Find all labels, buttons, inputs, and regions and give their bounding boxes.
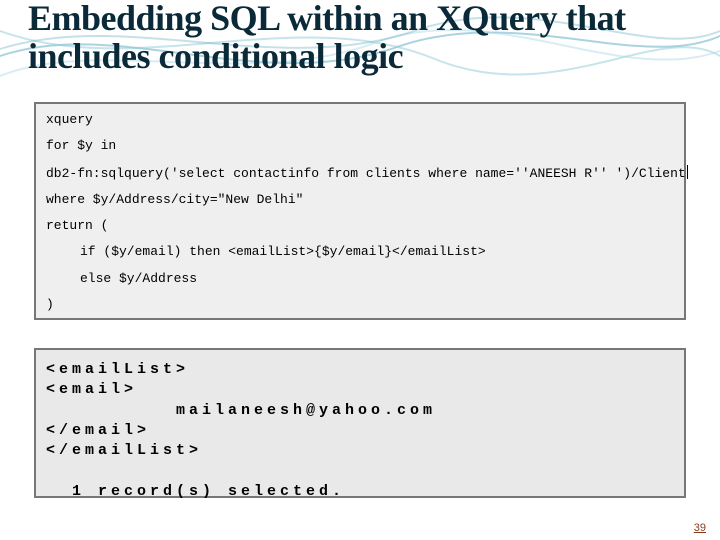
xquery-code-block: xquery for $y in db2-fn:sqlquery('select…: [34, 102, 686, 320]
code-line: xquery: [46, 112, 674, 128]
output-line: <email>: [46, 381, 137, 398]
code-line: db2-fn:sqlquery('select contactinfo from…: [46, 165, 674, 182]
output-line: 1 record(s) selected.: [46, 483, 345, 500]
code-text: db2-fn:sqlquery('select contactinfo from…: [46, 166, 686, 181]
output-line: <emailList>: [46, 361, 189, 378]
slide-container: Embedding SQL within an XQuery that incl…: [0, 0, 720, 540]
output-block: <emailList> <email> mailaneesh@yahoo.com…: [34, 348, 686, 498]
slide-title: Embedding SQL within an XQuery that incl…: [28, 0, 680, 76]
text-cursor: [687, 165, 688, 179]
code-line: ): [46, 297, 674, 313]
code-line: else $y/Address: [46, 271, 674, 287]
output-line: mailaneesh@yahoo.com: [46, 402, 436, 419]
code-line: for $y in: [46, 138, 674, 154]
page-number: 39: [694, 522, 706, 534]
code-line: return (: [46, 218, 674, 234]
code-line: where $y/Address/city="New Delhi": [46, 192, 674, 208]
output-line: </emailList>: [46, 442, 202, 459]
code-line: if ($y/email) then <emailList>{$y/email}…: [46, 244, 674, 260]
output-line: </email>: [46, 422, 150, 439]
